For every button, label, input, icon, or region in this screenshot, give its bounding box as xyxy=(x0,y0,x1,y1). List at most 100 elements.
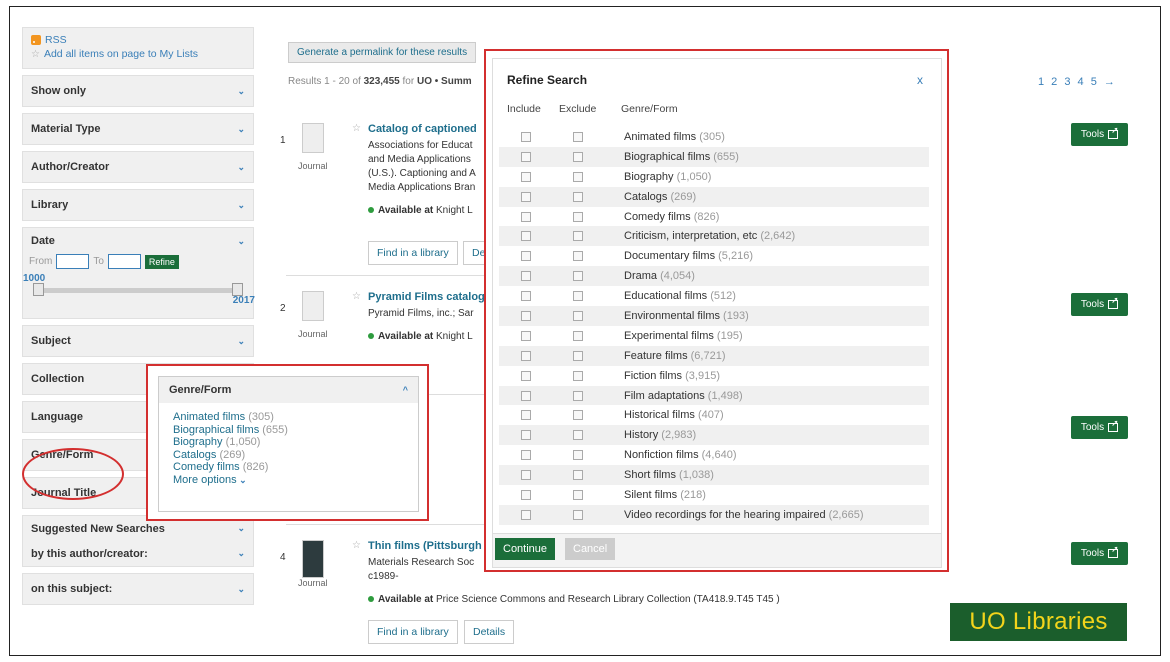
exclude-checkbox[interactable] xyxy=(573,291,583,302)
exclude-checkbox[interactable] xyxy=(573,330,583,341)
include-checkbox[interactable] xyxy=(521,390,531,401)
facet-header[interactable]: Library ⌄ xyxy=(23,190,253,220)
genre-form-item[interactable]: Animated films (305) xyxy=(173,411,404,424)
include-checkbox[interactable] xyxy=(521,489,531,500)
genre-form-item[interactable]: Catalogs (269) xyxy=(173,449,404,462)
close-icon[interactable]: x xyxy=(917,73,923,87)
exclude-checkbox[interactable] xyxy=(573,171,583,182)
on-subject-item[interactable]: on this subject: ⌄ xyxy=(23,574,253,604)
date-to-input[interactable] xyxy=(107,254,141,269)
more-options-link[interactable]: More options ⌄ xyxy=(173,474,404,487)
star-icon[interactable]: ☆ xyxy=(352,123,361,134)
include-checkbox[interactable] xyxy=(521,291,531,302)
add-all-link[interactable]: Add all items on page to My Lists xyxy=(44,48,198,60)
exclude-checkbox[interactable] xyxy=(573,350,583,361)
include-checkbox[interactable] xyxy=(521,350,531,361)
include-checkbox[interactable] xyxy=(521,450,531,461)
exclude-checkbox[interactable] xyxy=(573,271,583,282)
exclude-checkbox[interactable] xyxy=(573,410,583,421)
exclude-checkbox[interactable] xyxy=(573,430,583,441)
record-title[interactable]: Thin films (Pittsburgh xyxy=(368,540,482,552)
exclude-checkbox[interactable] xyxy=(573,151,583,162)
availability-location[interactable]: Knight L xyxy=(436,331,473,342)
refine-row-text: Environmental films (193) xyxy=(624,310,749,322)
exclude-checkbox[interactable] xyxy=(573,489,583,500)
slider-handle-min[interactable] xyxy=(33,283,44,296)
record-title[interactable]: Catalog of captioned xyxy=(368,123,477,135)
exclude-checkbox[interactable] xyxy=(573,390,583,401)
date-from-input[interactable] xyxy=(56,254,90,269)
refine-row: Video recordings for the hearing impaire… xyxy=(499,504,929,525)
record-type: Journal xyxy=(298,161,328,171)
record-thumbnail[interactable] xyxy=(302,540,324,578)
include-checkbox[interactable] xyxy=(521,410,531,421)
date-facet-header[interactable]: Date ⌄ xyxy=(23,228,253,254)
record-thumbnail[interactable] xyxy=(302,123,324,153)
find-in-library-button[interactable]: Find in a library xyxy=(368,620,458,644)
facet-header[interactable]: Author/Creator ⌄ xyxy=(23,152,253,182)
by-author-item[interactable]: by this author/creator: ⌄ xyxy=(23,541,253,566)
pagination[interactable]: 1 2 3 4 5 → xyxy=(1038,76,1117,88)
refine-row-text: History (2,983) xyxy=(624,429,696,441)
refine-row-label: Documentary films xyxy=(624,250,716,263)
exclude-checkbox[interactable] xyxy=(573,211,583,222)
include-checkbox[interactable] xyxy=(521,191,531,202)
genre-form-item[interactable]: Comedy films (826) xyxy=(173,461,404,474)
include-checkbox[interactable] xyxy=(521,131,531,142)
slider-track xyxy=(35,288,241,293)
refine-row-count: (655) xyxy=(713,150,739,163)
facet-header[interactable]: Material Type ⌄ xyxy=(23,114,253,144)
facet-box: Library ⌄ xyxy=(22,189,254,221)
include-checkbox[interactable] xyxy=(521,330,531,341)
genre-form-item[interactable]: Biographical films (655) xyxy=(173,424,404,437)
genre-form-header[interactable]: Genre/Form ^ xyxy=(159,377,418,403)
refine-row-text: Biography (1,050) xyxy=(624,171,711,183)
include-checkbox[interactable] xyxy=(521,171,531,182)
details-button[interactable]: Details xyxy=(464,620,515,644)
permalink-button[interactable]: Generate a permalink for these results xyxy=(288,42,477,63)
results-prefix: Results 1 - 20 of xyxy=(288,76,361,87)
date-slider-max: 2017 xyxy=(232,295,255,306)
record-title[interactable]: Pyramid Films catalog xyxy=(368,291,485,303)
facet-header[interactable]: Show only ⌄ xyxy=(23,76,253,106)
include-checkbox[interactable] xyxy=(521,211,531,222)
tools-button[interactable]: Tools xyxy=(1071,542,1128,565)
exclude-checkbox[interactable] xyxy=(573,450,583,461)
include-checkbox[interactable] xyxy=(521,509,531,520)
refine-row: Silent films (218) xyxy=(499,485,929,505)
date-refine-button[interactable]: Refine xyxy=(144,254,179,269)
availability-location[interactable]: Knight L xyxy=(436,205,473,216)
export-icon xyxy=(1108,418,1119,432)
exclude-checkbox[interactable] xyxy=(573,191,583,202)
availability-location[interactable]: Price Science Commons and Research Libra… xyxy=(436,594,780,605)
exclude-checkbox[interactable] xyxy=(573,370,583,381)
include-checkbox[interactable] xyxy=(521,151,531,162)
find-in-library-button[interactable]: Find in a library xyxy=(368,241,458,265)
record-thumbnail[interactable] xyxy=(302,291,324,321)
tools-button[interactable]: Tools xyxy=(1071,293,1128,316)
include-checkbox[interactable] xyxy=(521,271,531,282)
include-checkbox[interactable] xyxy=(521,370,531,381)
tools-button[interactable]: Tools xyxy=(1071,123,1128,146)
tools-button[interactable]: Tools xyxy=(1071,416,1128,439)
include-checkbox[interactable] xyxy=(521,470,531,481)
facet-header[interactable]: Subject ⌄ xyxy=(23,326,253,356)
exclude-checkbox[interactable] xyxy=(573,310,583,321)
include-checkbox[interactable] xyxy=(521,251,531,262)
rss-link[interactable]: RSS xyxy=(45,34,67,46)
facet-label: Material Type xyxy=(31,123,101,135)
include-checkbox[interactable] xyxy=(521,310,531,321)
genre-form-item[interactable]: Biography (1,050) xyxy=(173,436,404,449)
star-icon[interactable]: ☆ xyxy=(352,540,361,551)
exclude-checkbox[interactable] xyxy=(573,251,583,262)
star-icon[interactable]: ☆ xyxy=(352,291,361,302)
include-checkbox[interactable] xyxy=(521,430,531,441)
exclude-checkbox[interactable] xyxy=(573,131,583,142)
include-checkbox[interactable] xyxy=(521,231,531,242)
exclude-checkbox[interactable] xyxy=(573,470,583,481)
exclude-checkbox[interactable] xyxy=(573,509,583,520)
exclude-checkbox[interactable] xyxy=(573,231,583,242)
tools-label: Tools xyxy=(1080,299,1105,310)
continue-button[interactable]: Continue xyxy=(495,538,556,560)
cancel-button[interactable]: Cancel xyxy=(565,538,616,560)
